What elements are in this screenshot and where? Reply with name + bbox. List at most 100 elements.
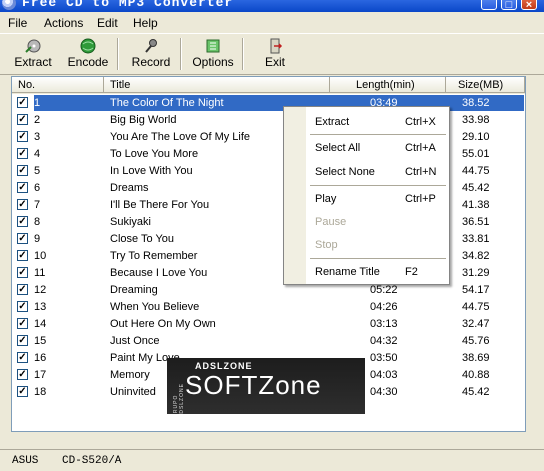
track-no: 6 xyxy=(34,182,41,194)
track-checkbox[interactable]: ✓ xyxy=(17,131,28,142)
extract-button[interactable]: Extract xyxy=(6,36,60,72)
track-size: 54.17 xyxy=(462,284,490,296)
exit-icon xyxy=(270,38,283,54)
track-no: 14 xyxy=(34,318,47,330)
close-button[interactable]: × xyxy=(521,0,537,11)
track-no: 10 xyxy=(34,250,47,262)
track-length: 04:03 xyxy=(370,369,398,381)
track-size: 55.01 xyxy=(462,148,490,160)
ctx-select-all[interactable]: Select All Ctrl+A xyxy=(284,138,449,158)
track-size: 40.88 xyxy=(462,369,490,381)
title-bar: Free CD to MP3 Converter _ □ × xyxy=(0,0,544,12)
track-checkbox[interactable]: ✓ xyxy=(17,148,28,159)
watermark-logo-text: SOFTZone xyxy=(185,370,322,400)
track-checkbox[interactable]: ✓ xyxy=(17,267,28,278)
minimize-button[interactable]: _ xyxy=(481,0,497,11)
track-size: 32.47 xyxy=(462,318,490,330)
menu-file[interactable]: File xyxy=(8,16,27,30)
menu-help[interactable]: Help xyxy=(133,16,158,30)
table-row[interactable]: ✓ 13 When You Believe 04:26 44.75 xyxy=(12,299,525,316)
track-checkbox[interactable]: ✓ xyxy=(17,318,28,329)
track-checkbox[interactable]: ✓ xyxy=(17,114,28,125)
track-size: 33.81 xyxy=(462,233,490,245)
column-length[interactable]: Length(min) xyxy=(330,77,446,93)
track-title: Uninvited xyxy=(110,386,156,398)
exit-button[interactable]: Exit xyxy=(248,36,302,72)
track-no: 15 xyxy=(34,335,47,347)
track-no: 5 xyxy=(34,165,41,177)
options-icon xyxy=(206,39,220,53)
status-bar: ASUS CD-S520/A xyxy=(0,449,544,471)
column-size[interactable]: Size(MB) xyxy=(446,77,525,93)
track-no: 4 xyxy=(34,148,41,160)
track-size: 38.69 xyxy=(462,352,490,364)
track-title: You Are The Love Of My Life xyxy=(110,131,251,143)
track-no: 16 xyxy=(34,352,47,364)
table-row[interactable]: ✓ 14 Out Here On My Own 03:13 32.47 xyxy=(12,316,525,333)
track-size: 45.76 xyxy=(462,335,490,347)
context-menu: Extract Ctrl+X Select All Ctrl+A Select No… xyxy=(283,106,450,285)
ctx-stop[interactable]: Stop xyxy=(284,235,449,255)
track-title: Close To You xyxy=(110,233,175,245)
track-title: Dreaming xyxy=(110,284,158,296)
track-length: 04:32 xyxy=(370,335,398,347)
track-checkbox[interactable]: ✓ xyxy=(17,97,28,108)
track-title: I'll Be There For You xyxy=(110,199,210,211)
track-length: 03:50 xyxy=(370,352,398,364)
track-checkbox[interactable]: ✓ xyxy=(17,216,28,227)
track-no: 1 xyxy=(34,97,41,109)
track-no: 18 xyxy=(34,386,47,398)
record-icon xyxy=(145,39,157,53)
menu-bar: File Actions Edit Help xyxy=(0,14,544,32)
track-checkbox[interactable]: ✓ xyxy=(17,301,28,312)
track-title: To Love You More xyxy=(110,148,199,160)
toolbar: Extract Encode Record Options Exit xyxy=(0,33,544,75)
track-size: 41.38 xyxy=(462,199,490,211)
options-button[interactable]: Options xyxy=(186,36,240,72)
track-no: 2 xyxy=(34,114,41,126)
column-title[interactable]: Title xyxy=(104,77,330,93)
extract-icon xyxy=(25,39,41,53)
ctx-pause[interactable]: Pause xyxy=(284,212,449,232)
column-no[interactable]: No. xyxy=(12,77,104,93)
track-no: 7 xyxy=(34,199,41,211)
track-checkbox[interactable]: ✓ xyxy=(17,182,28,193)
table-row[interactable]: ✓ 15 Just Once 04:32 45.76 xyxy=(12,333,525,350)
track-size: 29.10 xyxy=(462,131,490,143)
ctx-play[interactable]: Play Ctrl+P xyxy=(284,189,449,209)
track-size: 38.52 xyxy=(462,97,490,109)
ctx-rename-title[interactable]: Rename Title F2 xyxy=(284,262,449,282)
status-drive-model: CD-S520/A xyxy=(62,455,122,467)
app-icon xyxy=(2,0,16,10)
track-no: 13 xyxy=(34,301,47,313)
maximize-button[interactable]: □ xyxy=(501,0,517,11)
ctx-extract[interactable]: Extract Ctrl+X xyxy=(284,112,449,132)
track-checkbox[interactable]: ✓ xyxy=(17,284,28,295)
track-checkbox[interactable]: ✓ xyxy=(17,165,28,176)
ctx-select-none[interactable]: Select None Ctrl+N xyxy=(284,162,449,182)
track-title: Sukiyaki xyxy=(110,216,151,228)
list-header: No. Title Length(min) Size(MB) xyxy=(12,77,525,94)
encode-button[interactable]: Encode xyxy=(61,36,115,72)
track-length: 04:26 xyxy=(370,301,398,313)
track-checkbox[interactable]: ✓ xyxy=(17,386,28,397)
track-title: Big Big World xyxy=(110,114,177,126)
track-length: 05:22 xyxy=(370,284,398,296)
menu-edit[interactable]: Edit xyxy=(97,16,118,30)
track-title: Because I Love You xyxy=(110,267,208,279)
track-no: 11 xyxy=(34,267,46,279)
track-checkbox[interactable]: ✓ xyxy=(17,233,28,244)
track-checkbox[interactable]: ✓ xyxy=(17,369,28,380)
track-checkbox[interactable]: ✓ xyxy=(17,199,28,210)
track-title: Try To Remember xyxy=(110,250,198,262)
track-checkbox[interactable]: ✓ xyxy=(17,250,28,261)
track-checkbox[interactable]: ✓ xyxy=(17,352,28,363)
track-title: In Love With You xyxy=(110,165,193,177)
menu-actions[interactable]: Actions xyxy=(44,16,83,30)
track-size: 36.51 xyxy=(462,216,490,228)
record-button[interactable]: Record xyxy=(124,36,178,72)
track-checkbox[interactable]: ✓ xyxy=(17,335,28,346)
track-title: When You Believe xyxy=(110,301,200,313)
track-no: 3 xyxy=(34,131,41,143)
track-title: Dreams xyxy=(110,182,149,194)
